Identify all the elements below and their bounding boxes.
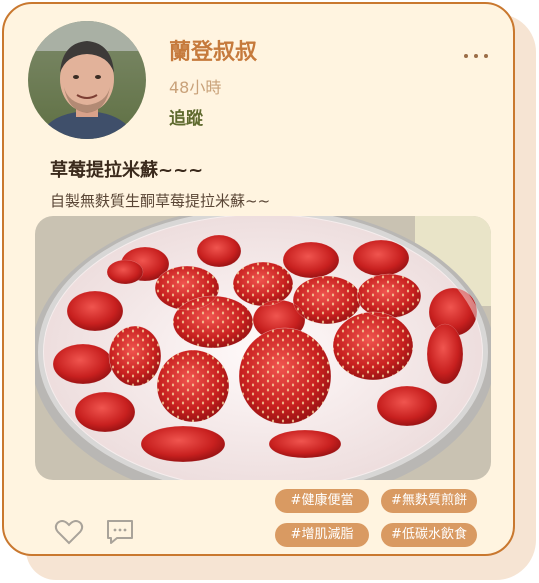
follow-button[interactable]: 追蹤	[169, 104, 203, 129]
avatar[interactable]	[28, 21, 146, 139]
tag-1[interactable]: #健康便當	[275, 489, 369, 513]
heart-icon[interactable]	[54, 518, 84, 546]
comment-icon[interactable]	[105, 518, 135, 546]
tag-4[interactable]: #低碳水飲食	[381, 523, 477, 547]
tag-2[interactable]: #無麩質煎餅	[381, 489, 477, 513]
post-photo[interactable]	[35, 216, 491, 480]
post-description: 自製無麩質生酮草莓提拉米蘇~~	[50, 192, 271, 210]
more-options-icon[interactable]	[462, 44, 490, 64]
author-name[interactable]: 蘭登叔叔	[169, 34, 257, 66]
post-time: 48小時	[169, 78, 222, 97]
tag-3[interactable]: #增肌減脂	[275, 523, 369, 547]
post-card: 蘭登叔叔 48小時 追蹤 草莓提拉米蘇~~~ 自製無麩質生酮草莓提拉米蘇~~ #…	[2, 2, 515, 556]
post-title: 草莓提拉米蘇~~~	[50, 160, 204, 181]
